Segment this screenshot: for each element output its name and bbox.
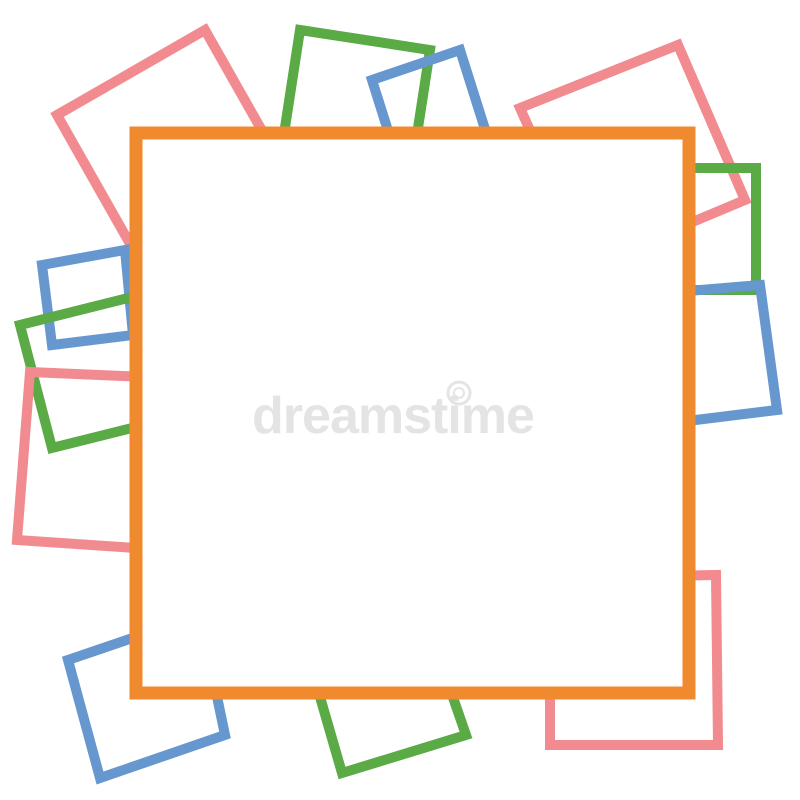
frame-collage: dreamstime [0, 0, 800, 800]
watermark: dreamstime [252, 380, 535, 445]
watermark-text: dreamstime [252, 387, 534, 445]
